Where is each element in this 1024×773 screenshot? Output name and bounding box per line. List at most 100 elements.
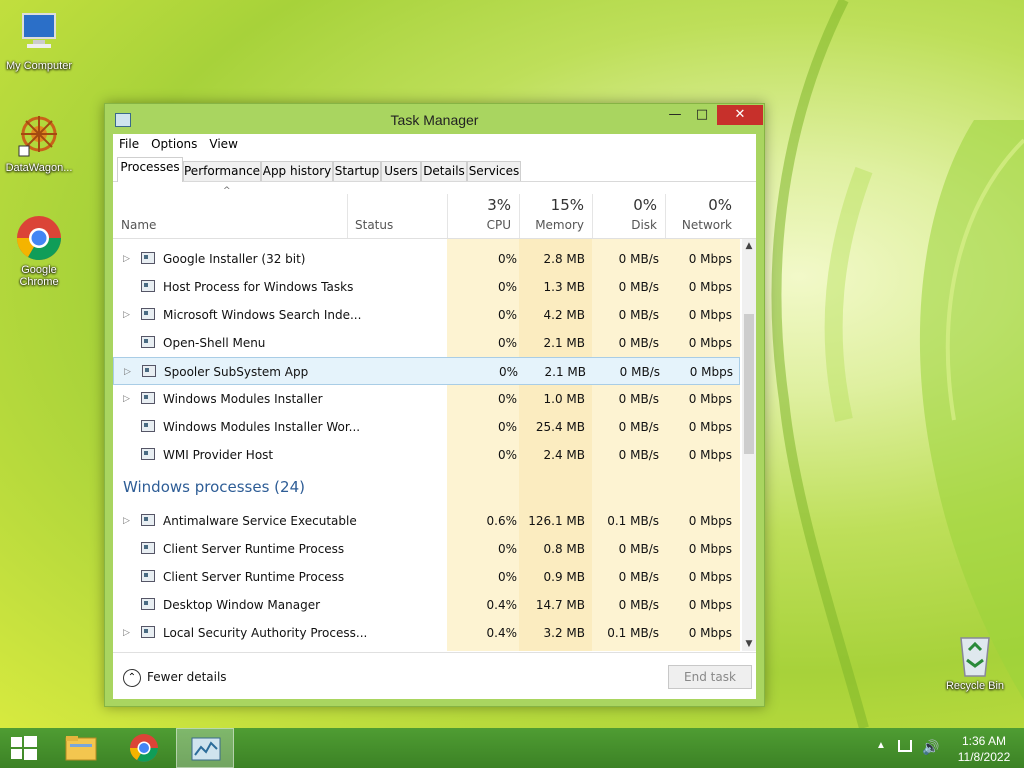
table-row[interactable]: ▷ Windows Modules Installer 0% 1.0 MB 0 MB/s… xyxy=(113,385,740,413)
network-icon[interactable] xyxy=(898,740,912,752)
network-value: 0 Mbps xyxy=(688,626,732,640)
table-row[interactable]: ▷ Local Security Authority Process... 0.4%… xyxy=(113,619,740,647)
menu-options[interactable]: Options xyxy=(145,134,203,151)
expand-arrow-icon[interactable]: ▷ xyxy=(123,507,130,535)
leaf-wallpaper-decoration xyxy=(771,0,1024,728)
table-row[interactable]: Client Server Runtime Process 0% 0.8 MB 0 M… xyxy=(113,535,740,563)
scroll-up-arrow-icon[interactable]: ▲ xyxy=(742,239,756,253)
desktop-icon-my-computer[interactable]: My Computer xyxy=(0,10,78,72)
disk-value: 0.1 MB/s xyxy=(607,626,659,640)
process-name: Desktop Window Manager xyxy=(163,598,321,612)
table-row[interactable]: Open-Shell Menu 0% 2.1 MB 0 MB/s 0 Mbps xyxy=(113,329,740,357)
show-hidden-icons-icon[interactable]: ▲ xyxy=(876,740,886,751)
menu-view[interactable]: View xyxy=(203,134,243,151)
process-icon xyxy=(141,542,155,554)
network-value: 0 Mbps xyxy=(688,252,732,266)
expand-arrow-icon[interactable]: ▷ xyxy=(124,358,131,386)
desktop-icon-label: DataWagon... xyxy=(5,162,73,174)
expand-arrow-icon[interactable]: ▷ xyxy=(123,619,130,647)
start-button[interactable] xyxy=(0,728,48,768)
table-row[interactable]: WMI Provider Host 0% 2.4 MB 0 MB/s 0 Mbps xyxy=(113,441,740,469)
cpu-value: 0% xyxy=(497,280,517,294)
process-icon xyxy=(141,626,155,638)
memory-value: 1.3 MB xyxy=(543,280,585,294)
column-network-header[interactable]: 0% Network xyxy=(665,182,740,238)
process-name: Microsoft Windows Search Inde... xyxy=(163,308,362,322)
datawagon-icon xyxy=(15,112,63,160)
memory-value: 3.2 MB xyxy=(543,626,585,640)
column-disk-header[interactable]: 0% Disk xyxy=(592,182,665,238)
close-button[interactable]: ✕ xyxy=(717,105,763,125)
tab-processes[interactable]: Processes xyxy=(117,157,183,182)
cpu-value: 0% xyxy=(497,542,517,556)
table-row[interactable]: ▷ Microsoft Windows Search Inde... 0% 4.2 M… xyxy=(113,301,740,329)
table-row[interactable]: Desktop Window Manager 0.4% 14.7 MB 0 MB/s 0… xyxy=(113,591,740,619)
group-header-windows-processes[interactable]: Windows processes (24) xyxy=(123,473,305,501)
tab-users[interactable]: Users xyxy=(381,161,421,181)
memory-value: 126.1 MB xyxy=(528,514,585,528)
table-row[interactable]: ▷ Spooler SubSystem App 0% 2.1 MB 0 MB/s 0 Mb… xyxy=(113,357,740,385)
windows-logo-icon xyxy=(11,736,37,760)
end-task-button[interactable]: End task xyxy=(668,665,752,689)
menu-file[interactable]: File xyxy=(113,134,145,151)
network-value: 0 Mbps xyxy=(688,336,732,350)
column-name-header[interactable]: ^ Name xyxy=(113,182,347,238)
footer: ⌃ Fewer details End task xyxy=(113,652,756,699)
network-value: 0 Mbps xyxy=(688,598,732,612)
table-row[interactable]: Host Process for Windows Tasks 0% 1.3 MB 0 … xyxy=(113,273,740,301)
scroll-thumb[interactable] xyxy=(744,314,754,454)
volume-icon[interactable]: 🔊 xyxy=(922,739,939,756)
desktop-icon-datawagon[interactable]: DataWagon... xyxy=(0,112,78,174)
expand-arrow-icon[interactable]: ▷ xyxy=(123,301,130,329)
disk-value: 0 MB/s xyxy=(619,365,660,379)
tab-services[interactable]: Services xyxy=(467,161,521,181)
expand-arrow-icon[interactable]: ▷ xyxy=(123,245,130,273)
tab-startup[interactable]: Startup xyxy=(333,161,381,181)
process-name: Open-Shell Menu xyxy=(163,336,266,350)
table-row[interactable]: ▷ Google Installer (32 bit) 0% 2.8 MB 0 MB/s… xyxy=(113,245,740,273)
fewer-details-link[interactable]: Fewer details xyxy=(147,670,227,684)
table-row[interactable]: ▷ Antimalware Service Executable 0.6% 126.1… xyxy=(113,507,740,535)
column-memory-label: Memory xyxy=(535,218,584,232)
tab-performance[interactable]: Performance xyxy=(183,161,261,181)
tab-details[interactable]: Details xyxy=(421,161,467,181)
chevron-up-circle-icon[interactable]: ⌃ xyxy=(123,669,141,687)
table-row[interactable]: Client Server Runtime Process 0% 0.9 MB 0 M… xyxy=(113,563,740,591)
column-header: ^ Name Status 3% CPU 15% Memory 0% Disk xyxy=(113,182,756,239)
system-tray: ▲ 🔊 1:36 AM 11/8/2022 xyxy=(870,728,1024,768)
process-icon xyxy=(141,420,155,432)
scroll-down-arrow-icon[interactable]: ▼ xyxy=(742,637,756,651)
desktop-icon-google-chrome[interactable]: Google Chrome xyxy=(0,214,78,288)
title-bar[interactable]: Task Manager — □ ✕ xyxy=(105,104,764,134)
folder-icon xyxy=(65,736,97,761)
column-cpu-header[interactable]: 3% CPU xyxy=(447,182,519,238)
disk-value: 0 MB/s xyxy=(618,542,659,556)
menu-bar: File Options View xyxy=(113,134,756,156)
cpu-value: 0.4% xyxy=(486,626,518,640)
clock[interactable]: 1:36 AM 11/8/2022 xyxy=(948,733,1020,765)
process-name: Client Server Runtime Process xyxy=(163,570,345,584)
network-value: 0 Mbps xyxy=(688,542,732,556)
vertical-scrollbar[interactable]: ▲ ▼ xyxy=(742,239,756,651)
process-name: Antimalware Service Executable xyxy=(163,514,357,528)
memory-total-percent: 15% xyxy=(550,196,584,214)
taskbar-chrome[interactable] xyxy=(120,728,168,768)
network-value: 0 Mbps xyxy=(689,365,733,379)
minimize-button[interactable]: — xyxy=(662,105,688,125)
desktop-icon-recycle-bin[interactable]: Recycle Bin xyxy=(936,630,1014,692)
table-row[interactable]: Windows Modules Installer Wor... 0% 25.4 M… xyxy=(113,413,740,441)
column-status-header[interactable]: Status xyxy=(347,182,447,238)
desktop-icon-label: My Computer xyxy=(5,60,73,72)
cpu-value: 0% xyxy=(497,308,517,322)
process-icon xyxy=(141,252,155,264)
taskbar-file-explorer[interactable] xyxy=(56,728,106,768)
maximize-button[interactable]: □ xyxy=(689,105,715,125)
process-name: Windows Modules Installer Wor... xyxy=(163,420,361,434)
taskbar-task-manager[interactable] xyxy=(176,728,234,768)
tab-app-history[interactable]: App history xyxy=(261,161,333,181)
column-memory-header[interactable]: 15% Memory xyxy=(519,182,592,238)
expand-arrow-icon[interactable]: ▷ xyxy=(123,385,130,413)
column-name-label: Name xyxy=(121,218,157,232)
process-icon xyxy=(141,392,155,404)
memory-value: 14.7 MB xyxy=(535,598,585,612)
